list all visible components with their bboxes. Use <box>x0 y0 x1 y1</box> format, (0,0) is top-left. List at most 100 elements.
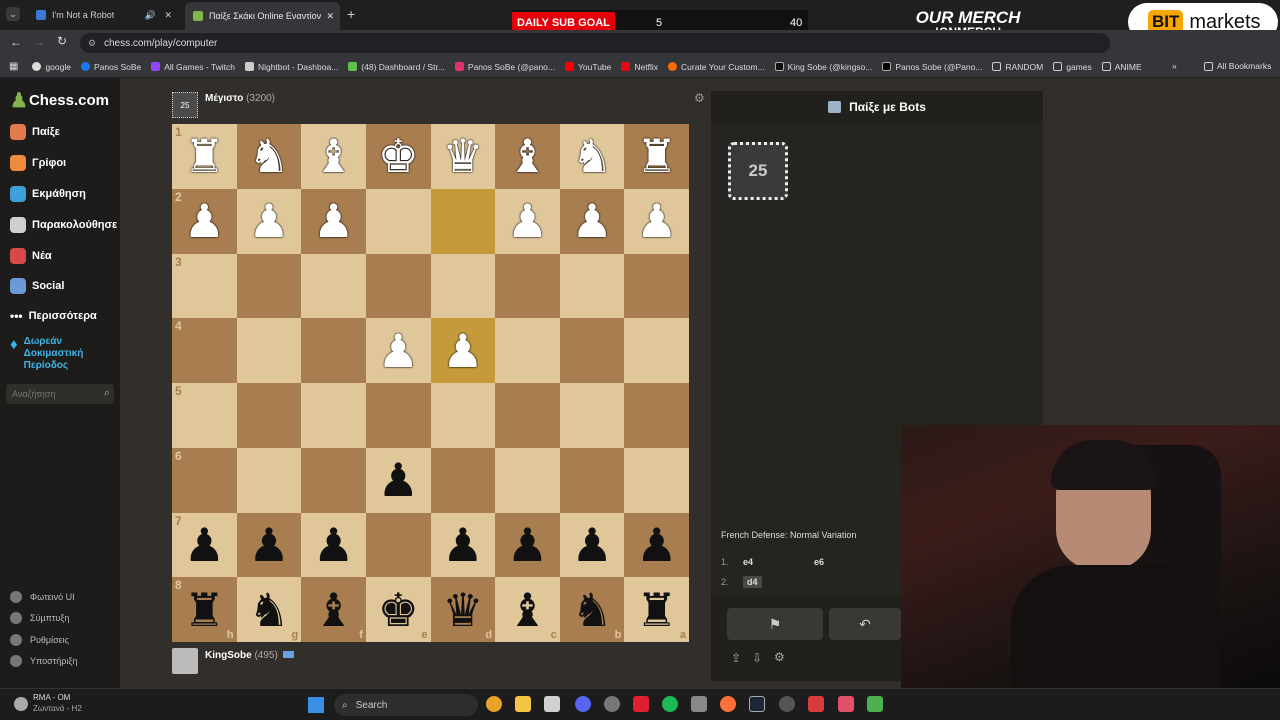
nav-more[interactable]: ••• Περισσότερα <box>10 309 97 323</box>
board-square[interactable]: 7 ♟ <box>172 512 237 578</box>
board-square[interactable] <box>495 318 560 383</box>
board-square[interactable]: f ♝ <box>301 577 366 642</box>
board-square[interactable] <box>559 253 625 319</box>
bookmark-item[interactable]: YouTube <box>564 62 611 72</box>
board-square[interactable] <box>430 188 496 254</box>
app-icon[interactable] <box>838 696 854 712</box>
takeback-button[interactable]: ↶ <box>829 608 901 640</box>
chess-piece[interactable]: ♟ <box>378 457 419 503</box>
share-icon[interactable]: ⇪ <box>731 651 741 665</box>
bookmark-item[interactable]: King Sobe (@kingso... <box>774 62 872 72</box>
settings-button[interactable]: Ρυθμίσεις <box>10 634 69 646</box>
board-square[interactable] <box>624 447 689 513</box>
board-square[interactable]: ♟ <box>301 188 366 254</box>
tab-chess[interactable]: Παίξε Σκάκι Online Εναντίον το... ✕ <box>185 2 340 30</box>
store-icon[interactable] <box>544 696 560 712</box>
chess-logo[interactable]: ♟ Chess.com <box>10 88 109 113</box>
board-square[interactable] <box>365 188 431 254</box>
search-icon[interactable]: ⌕ <box>104 387 110 400</box>
board-square[interactable]: ♛ <box>430 124 496 189</box>
chess-piece[interactable]: ♟ <box>636 198 677 244</box>
chess-piece[interactable]: ♟ <box>248 198 289 244</box>
chess-piece[interactable]: ♝ <box>313 587 354 633</box>
chess-piece[interactable]: ♜ <box>636 133 677 179</box>
white-move[interactable]: e4 <box>743 557 814 567</box>
board-square[interactable] <box>236 253 302 319</box>
taskbar-search[interactable]: ⌕ Search <box>334 694 478 716</box>
board-square[interactable]: 5 <box>172 383 237 448</box>
chess-piece[interactable]: ♜ <box>184 587 225 633</box>
board-square[interactable]: ♟ <box>430 512 496 578</box>
chess-piece[interactable]: ♟ <box>248 522 289 568</box>
nav-free-trial[interactable]: ♦ Δωρεάν Δοκιμαστική Περίοδος <box>10 336 98 372</box>
chess-piece[interactable]: ♟ <box>313 522 354 568</box>
chess-piece[interactable]: ♝ <box>507 587 548 633</box>
search-input[interactable] <box>6 384 90 404</box>
chess-piece[interactable]: ♚ <box>378 587 419 633</box>
board-square[interactable]: b ♞ <box>559 577 625 642</box>
board-square[interactable]: ♟ <box>559 512 625 578</box>
file-explorer-icon[interactable] <box>515 696 531 712</box>
board-square[interactable] <box>624 253 689 319</box>
chess-piece[interactable]: ♞ <box>571 133 612 179</box>
4k-icon[interactable] <box>779 696 795 712</box>
white-move[interactable]: d4 <box>743 576 762 588</box>
board-square[interactable]: d ♛ <box>430 577 496 642</box>
bookmark-folder[interactable]: games <box>1053 62 1092 72</box>
obs-icon[interactable] <box>604 696 620 712</box>
chess-piece[interactable]: ♜ <box>184 133 225 179</box>
board-square[interactable]: 3 <box>172 253 237 319</box>
board-square[interactable]: ♟ <box>236 188 302 254</box>
minecraft-icon[interactable] <box>867 696 883 712</box>
board-settings-icon[interactable]: ⚙ <box>694 91 705 105</box>
spotify-icon[interactable] <box>662 696 678 712</box>
board-square[interactable]: ♟ <box>301 512 366 578</box>
board-square[interactable] <box>559 318 625 383</box>
board-square[interactable]: 2 ♟ <box>172 188 237 254</box>
board-square[interactable]: a ♜ <box>624 577 689 642</box>
light-ui-toggle[interactable]: Φωτεινό UI <box>10 591 75 603</box>
board-square[interactable] <box>301 447 366 513</box>
bookmark-item[interactable]: Curate Your Custom... <box>668 62 765 72</box>
black-move[interactable]: e6 <box>814 557 824 567</box>
chess-piece[interactable]: ♟ <box>507 522 548 568</box>
nav-play[interactable]: Παίξε <box>10 124 60 140</box>
address-bar[interactable]: ⚙ chess.com/play/computer <box>80 33 1110 53</box>
board-square[interactable] <box>365 512 431 578</box>
chess-piece[interactable]: ♟ <box>184 198 225 244</box>
board-square[interactable]: 4 <box>172 318 237 383</box>
support-button[interactable]: Υποστήριξη <box>10 655 77 667</box>
board-square[interactable]: ♟ <box>365 447 431 513</box>
bookmark-folder[interactable]: RANDOM <box>992 62 1043 72</box>
search-box[interactable]: ⌕ <box>6 384 114 404</box>
download-icon[interactable]: ⇩ <box>752 651 762 665</box>
board-square[interactable] <box>430 383 496 448</box>
more-bookmarks-icon[interactable]: » <box>1172 61 1177 71</box>
board-square[interactable] <box>236 447 302 513</box>
app-icon[interactable] <box>633 696 649 712</box>
tab-search-icon[interactable]: ⌄ <box>6 7 20 21</box>
board-square[interactable]: ♟ <box>624 188 689 254</box>
board-square[interactable]: ♞ <box>236 124 302 189</box>
nav-watch[interactable]: Παρακολούθησε <box>10 217 117 233</box>
discord-icon[interactable] <box>575 696 591 712</box>
apps-icon[interactable]: ▦ <box>9 61 18 72</box>
board-square[interactable]: g ♞ <box>236 577 302 642</box>
board-square[interactable] <box>430 253 496 319</box>
nav-learn[interactable]: Εκμάθηση <box>10 186 86 202</box>
board-square[interactable] <box>495 447 560 513</box>
steam-icon[interactable] <box>749 696 765 712</box>
board-square[interactable]: ♟ <box>559 188 625 254</box>
chess-piece[interactable]: ♟ <box>442 328 483 374</box>
chess-piece[interactable]: ♞ <box>571 587 612 633</box>
resign-button[interactable]: ⚑ <box>727 608 823 640</box>
forward-icon[interactable]: → <box>33 35 45 49</box>
chess-piece[interactable]: ♟ <box>571 522 612 568</box>
board-square[interactable]: ♟ <box>495 512 560 578</box>
chrome-icon[interactable] <box>486 696 502 712</box>
bookmark-item[interactable]: (48) Dashboard / Str... <box>348 62 445 72</box>
board-square[interactable]: ♚ <box>365 124 431 189</box>
all-bookmarks[interactable]: All Bookmarks <box>1204 61 1271 71</box>
board-square[interactable] <box>236 383 302 448</box>
app-icon[interactable] <box>808 696 824 712</box>
